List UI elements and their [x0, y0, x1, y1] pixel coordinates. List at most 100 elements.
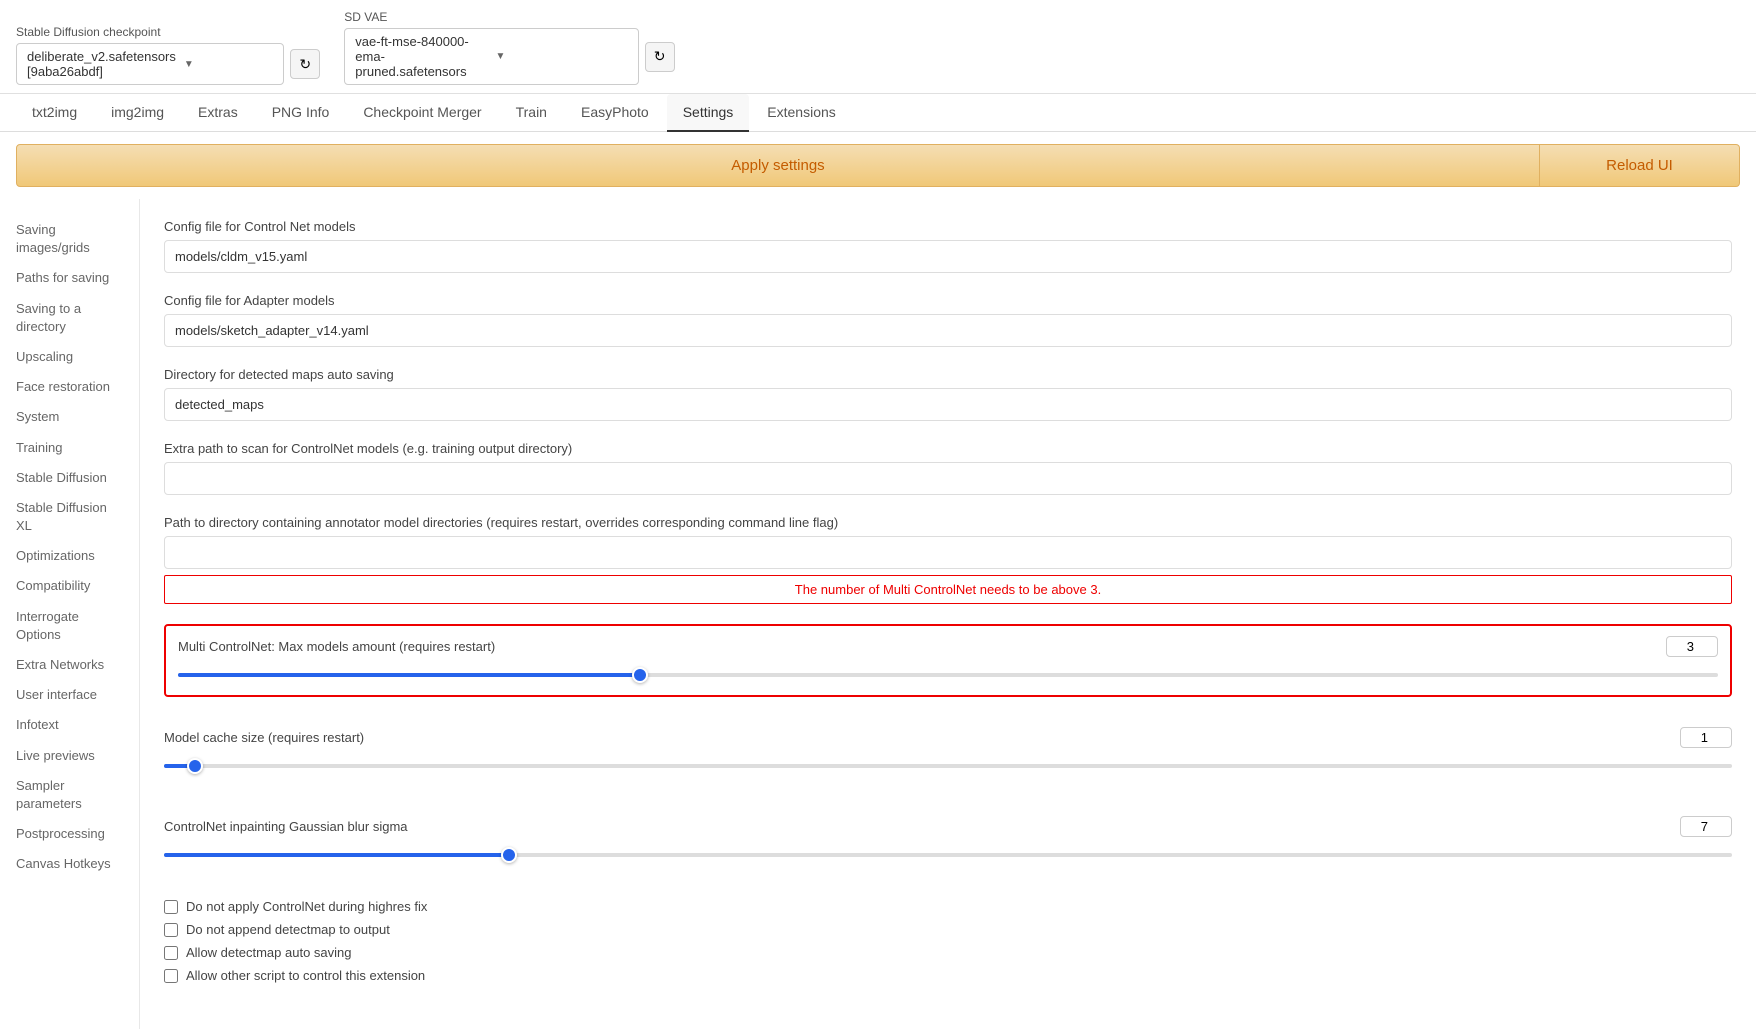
checkbox-item-allow-detectmap-saving: Allow detectmap auto saving	[164, 941, 1732, 964]
model-cache-group: Model cache size (requires restart)	[164, 717, 1732, 786]
extra-path-label: Extra path to scan for ControlNet models…	[164, 441, 1732, 456]
multi-controlnet-group: Multi ControlNet: Max models amount (req…	[164, 624, 1732, 697]
detected-maps-group: Directory for detected maps auto saving	[164, 367, 1732, 421]
multi-controlnet-slider-container	[178, 665, 1718, 685]
multi-controlnet-fill	[178, 673, 640, 677]
sidebar-item-optimizations[interactable]: Optimizations	[12, 541, 127, 571]
error-message: The number of Multi ControlNet needs to …	[164, 575, 1732, 604]
adapter-config-label: Config file for Adapter models	[164, 293, 1732, 308]
annotator-path-group: Path to directory containing annotator m…	[164, 515, 1732, 604]
reload-ui-button[interactable]: Reload UI	[1540, 144, 1740, 187]
model-cache-track	[164, 764, 1732, 768]
checkpoint-group: Stable Diffusion checkpoint deliberate_v…	[16, 25, 320, 85]
multi-controlnet-label: Multi ControlNet: Max models amount (req…	[178, 639, 495, 654]
nav-tab-train[interactable]: Train	[500, 94, 563, 132]
checkpoint-select-row: deliberate_v2.safetensors [9aba26abdf] ▼…	[16, 43, 320, 85]
gaussian-blur-slider-container	[164, 845, 1732, 865]
gaussian-blur-header: ControlNet inpainting Gaussian blur sigm…	[164, 816, 1732, 837]
model-cache-value[interactable]	[1680, 727, 1732, 748]
gaussian-blur-fill	[164, 853, 509, 857]
sidebar-item-paths-saving[interactable]: Paths for saving	[12, 263, 127, 293]
sidebar-item-postprocessing[interactable]: Postprocessing	[12, 819, 127, 849]
checkbox-label-allow-detectmap-saving: Allow detectmap auto saving	[186, 945, 351, 960]
checkbox-no-append-detectmap[interactable]	[164, 923, 178, 937]
multi-controlnet-header: Multi ControlNet: Max models amount (req…	[178, 636, 1718, 657]
main-layout: Saving images/gridsPaths for savingSavin…	[0, 199, 1756, 1029]
sidebar-item-infotext[interactable]: Infotext	[12, 710, 127, 740]
sidebar-item-user-interface[interactable]: User interface	[12, 680, 127, 710]
nav-tab-img2img[interactable]: img2img	[95, 94, 180, 132]
vae-group: SD VAE vae-ft-mse-840000-ema-pruned.safe…	[344, 10, 674, 85]
checkbox-allow-detectmap-saving[interactable]	[164, 946, 178, 960]
sidebar-item-extra-networks[interactable]: Extra Networks	[12, 650, 127, 680]
nav-tab-png-info[interactable]: PNG Info	[256, 94, 346, 132]
multi-controlnet-value[interactable]	[1666, 636, 1718, 657]
gaussian-blur-value[interactable]	[1680, 816, 1732, 837]
annotator-path-label: Path to directory containing annotator m…	[164, 515, 1732, 530]
sidebar-item-canvas-hotkeys[interactable]: Canvas Hotkeys	[12, 849, 127, 879]
checkboxes-section: Do not apply ControlNet during highres f…	[164, 895, 1732, 987]
extra-path-input[interactable]	[164, 462, 1732, 495]
annotator-path-input[interactable]	[164, 536, 1732, 569]
sidebar-item-live-previews[interactable]: Live previews	[12, 741, 127, 771]
apply-settings-button[interactable]: Apply settings	[16, 144, 1540, 187]
checkbox-no-highres-fix[interactable]	[164, 900, 178, 914]
sidebar-item-compatibility[interactable]: Compatibility	[12, 571, 127, 601]
nav-tab-extras[interactable]: Extras	[182, 94, 254, 132]
settings-section: Config file for Control Net models Confi…	[164, 219, 1732, 987]
controlnet-config-group: Config file for Control Net models	[164, 219, 1732, 273]
checkbox-allow-script-control[interactable]	[164, 969, 178, 983]
checkpoint-refresh-button[interactable]: ↻	[290, 49, 320, 79]
model-cache-header: Model cache size (requires restart)	[164, 727, 1732, 748]
sidebar-item-stable-diffusion[interactable]: Stable Diffusion	[12, 463, 127, 493]
adapter-config-input[interactable]	[164, 314, 1732, 347]
detected-maps-input[interactable]	[164, 388, 1732, 421]
checkpoint-arrow-icon: ▼	[184, 59, 273, 70]
gaussian-blur-group: ControlNet inpainting Gaussian blur sigm…	[164, 806, 1732, 875]
checkbox-label-no-append-detectmap: Do not append detectmap to output	[186, 922, 390, 937]
adapter-config-group: Config file for Adapter models	[164, 293, 1732, 347]
checkpoint-label: Stable Diffusion checkpoint	[16, 25, 320, 39]
vae-arrow-icon: ▼	[495, 51, 627, 62]
nav-tab-checkpoint-merger[interactable]: Checkpoint Merger	[347, 94, 497, 132]
sidebar-item-stable-diffusion-xl[interactable]: Stable Diffusion XL	[12, 493, 127, 541]
sidebar: Saving images/gridsPaths for savingSavin…	[0, 199, 140, 1029]
model-cache-thumb[interactable]	[187, 758, 203, 774]
vae-refresh-button[interactable]: ↻	[645, 42, 675, 72]
sidebar-item-training[interactable]: Training	[12, 433, 127, 463]
vae-label: SD VAE	[344, 10, 674, 24]
vae-value: vae-ft-mse-840000-ema-pruned.safetensors	[355, 34, 487, 79]
checkbox-item-allow-script-control: Allow other script to control this exten…	[164, 964, 1732, 987]
checkbox-label-allow-script-control: Allow other script to control this exten…	[186, 968, 425, 983]
extra-path-group: Extra path to scan for ControlNet models…	[164, 441, 1732, 495]
gaussian-blur-label: ControlNet inpainting Gaussian blur sigm…	[164, 819, 408, 834]
multi-controlnet-thumb[interactable]	[632, 667, 648, 683]
controlnet-config-input[interactable]	[164, 240, 1732, 273]
content-area: Config file for Control Net models Confi…	[140, 199, 1756, 1029]
sidebar-item-interrogate-options[interactable]: Interrogate Options	[12, 602, 127, 650]
action-bar: Apply settings Reload UI	[0, 132, 1756, 199]
sidebar-item-sampler-parameters[interactable]: Sampler parameters	[12, 771, 127, 819]
vae-select-row: vae-ft-mse-840000-ema-pruned.safetensors…	[344, 28, 674, 85]
vae-dropdown[interactable]: vae-ft-mse-840000-ema-pruned.safetensors…	[344, 28, 638, 85]
nav-tabs: txt2imgimg2imgExtrasPNG InfoCheckpoint M…	[0, 94, 1756, 132]
detected-maps-label: Directory for detected maps auto saving	[164, 367, 1732, 382]
checkbox-label-no-highres-fix: Do not apply ControlNet during highres f…	[186, 899, 427, 914]
nav-tab-txt2img[interactable]: txt2img	[16, 94, 93, 132]
sidebar-item-saving-directory[interactable]: Saving to a directory	[12, 294, 127, 342]
model-cache-slider-container	[164, 756, 1732, 776]
sidebar-item-saving-images[interactable]: Saving images/grids	[12, 215, 127, 263]
checkpoint-value: deliberate_v2.safetensors [9aba26abdf]	[27, 49, 176, 79]
sidebar-item-system[interactable]: System	[12, 402, 127, 432]
controlnet-config-label: Config file for Control Net models	[164, 219, 1732, 234]
model-cache-label: Model cache size (requires restart)	[164, 730, 364, 745]
checkbox-item-no-append-detectmap: Do not append detectmap to output	[164, 918, 1732, 941]
checkbox-item-no-highres-fix: Do not apply ControlNet during highres f…	[164, 895, 1732, 918]
gaussian-blur-thumb[interactable]	[501, 847, 517, 863]
nav-tab-settings[interactable]: Settings	[667, 94, 750, 132]
nav-tab-extensions[interactable]: Extensions	[751, 94, 851, 132]
sidebar-item-face-restoration[interactable]: Face restoration	[12, 372, 127, 402]
nav-tab-easyphoto[interactable]: EasyPhoto	[565, 94, 665, 132]
checkpoint-dropdown[interactable]: deliberate_v2.safetensors [9aba26abdf] ▼	[16, 43, 284, 85]
sidebar-item-upscaling[interactable]: Upscaling	[12, 342, 127, 372]
